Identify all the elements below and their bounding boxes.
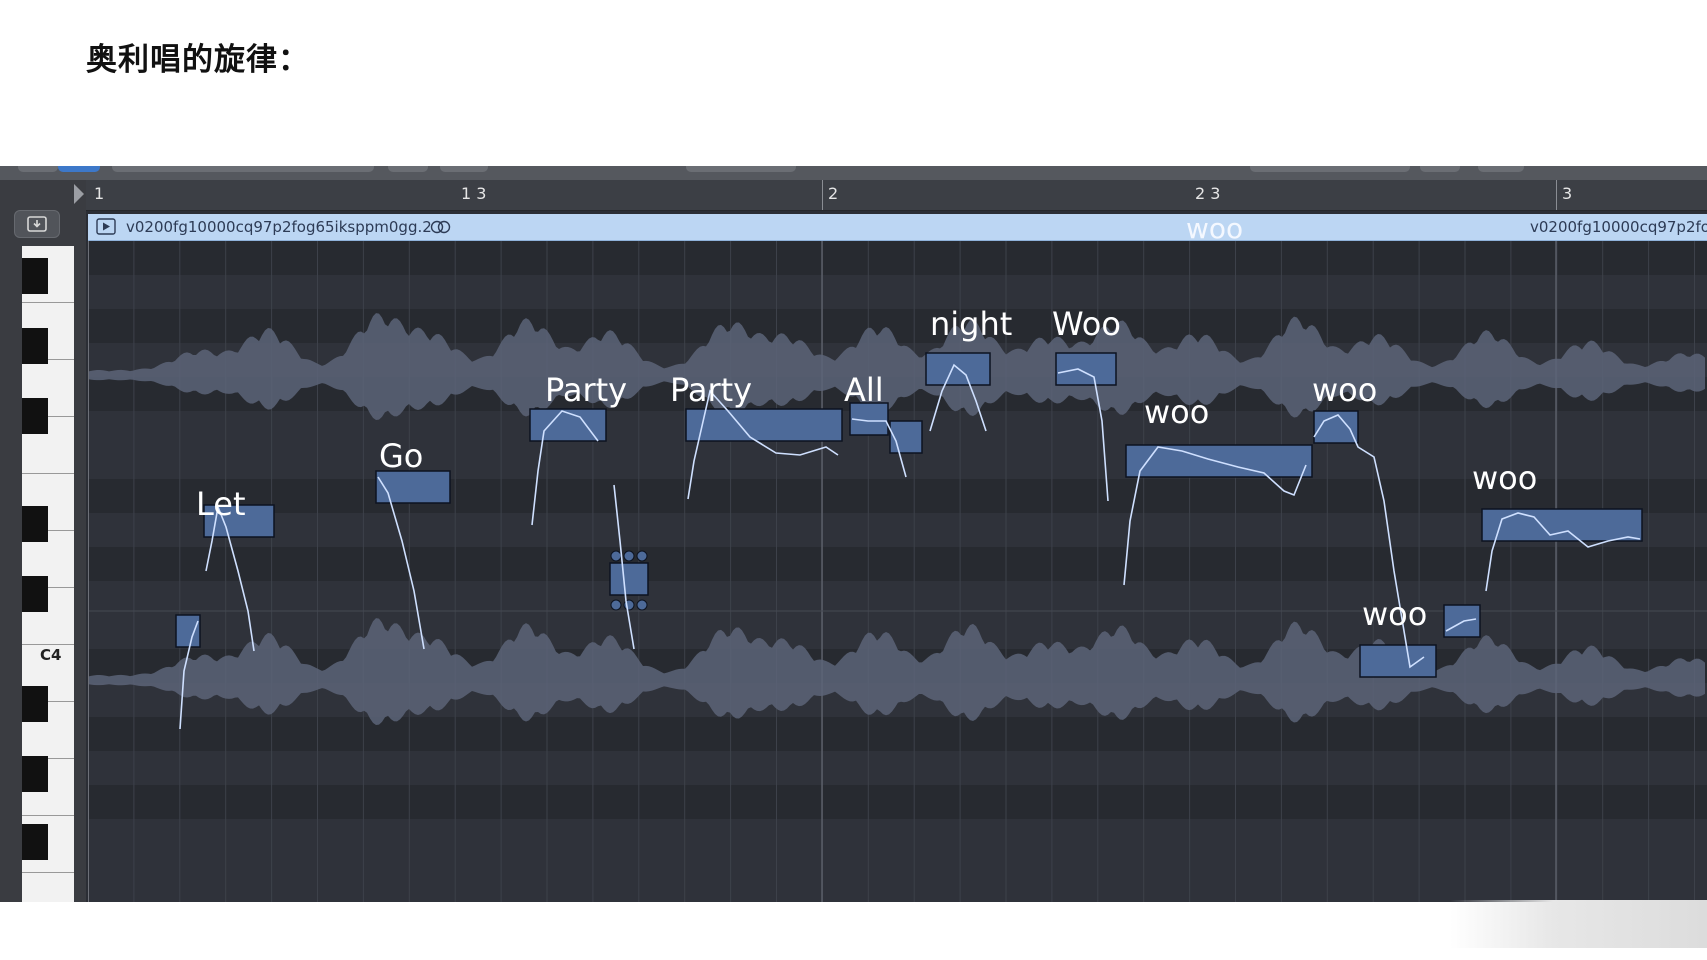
- lyric-party-1: Party: [545, 371, 628, 409]
- pitch-row: [88, 275, 1707, 309]
- region-name-left: v0200fg10000cq97p2fog65iksppm0gg.2: [126, 218, 432, 236]
- ruler-mark-label: 1 3: [461, 184, 487, 203]
- pitch-row: [88, 819, 1707, 853]
- pitch-row: [88, 853, 1707, 887]
- lyric-woo-5: woo: [1472, 459, 1538, 497]
- black-key[interactable]: [22, 824, 48, 860]
- lyric-all: All: [844, 371, 884, 409]
- note-woo-1[interactable]: [1055, 352, 1117, 386]
- ruler-mark-label: 2 3: [1195, 184, 1221, 203]
- ruler-mark-label: 2: [828, 184, 839, 203]
- note-woo-4[interactable]: [1359, 644, 1437, 678]
- bar-ruler[interactable]: 1 1 3 2 2 3 3: [86, 180, 1707, 211]
- toolbar-strip: [0, 166, 1707, 180]
- pitch-grid-canvas[interactable]: [88, 241, 1707, 902]
- pitch-row: [88, 513, 1707, 547]
- lyric-go: Go: [379, 437, 424, 475]
- note-let-low[interactable]: [175, 614, 201, 648]
- lyric-night: night: [930, 305, 1013, 343]
- loop-link-icon: [430, 220, 451, 234]
- c4-key-label: C4: [40, 646, 62, 664]
- audio-region-header[interactable]: v0200fg10000cq97p2fog65iksppm0gg.2 woo v…: [88, 212, 1707, 245]
- pitch-rows: [88, 241, 1707, 902]
- black-key[interactable]: [22, 576, 48, 612]
- black-key[interactable]: [22, 686, 48, 722]
- ruler-mark-label: 3: [1562, 184, 1573, 203]
- page-title: 奥利唱的旋律：: [86, 42, 310, 78]
- region-name-right: v0200fg10000cq97p2fo: [1530, 218, 1707, 236]
- pitch-row: [88, 547, 1707, 581]
- pitch-row: [88, 751, 1707, 785]
- pitch-row: [88, 309, 1707, 343]
- play-region-icon[interactable]: [96, 218, 116, 235]
- playhead-marker[interactable]: [74, 184, 84, 204]
- black-key[interactable]: [22, 258, 48, 294]
- lyric-woo-4: woo: [1362, 595, 1428, 633]
- note-grid[interactable]: Let Go Party Party All night Woo woo woo…: [88, 241, 1707, 902]
- black-key[interactable]: [22, 398, 48, 434]
- pitch-row: [88, 241, 1707, 275]
- lyric-party-2: Party: [670, 371, 753, 409]
- pitch-row: [88, 479, 1707, 513]
- note-woo-5[interactable]: [1481, 508, 1643, 542]
- download-tray-icon: [27, 216, 47, 232]
- white-key[interactable]: [22, 873, 74, 902]
- note-go[interactable]: [375, 470, 451, 504]
- ruler-mark-label: 1: [94, 184, 105, 203]
- note-selected[interactable]: [609, 562, 649, 596]
- black-key[interactable]: [22, 328, 48, 364]
- ruler-tick: [822, 180, 823, 210]
- black-key[interactable]: [22, 756, 48, 792]
- lyric-woo-3: woo: [1312, 371, 1378, 409]
- lyric-let: Let: [196, 485, 246, 523]
- pitch-row: [88, 717, 1707, 751]
- note-woo-4b[interactable]: [1443, 604, 1481, 638]
- lyric-woo-1: Woo: [1052, 305, 1121, 343]
- note-party-2[interactable]: [685, 408, 843, 442]
- pitch-row: [88, 785, 1707, 819]
- pitch-editor: C4 1 1 3 2 2 3 3 v0200fg10000cq97p2fog65iksp…: [0, 166, 1707, 902]
- ruler-tick: [1556, 180, 1557, 210]
- catch-playhead-button[interactable]: [14, 210, 60, 238]
- lyric-woo-2: woo: [1144, 393, 1210, 431]
- corner-watermark: [1450, 900, 1707, 948]
- note-woo-2[interactable]: [1125, 444, 1313, 478]
- black-key[interactable]: [22, 506, 48, 542]
- piano-keyboard[interactable]: [22, 246, 74, 902]
